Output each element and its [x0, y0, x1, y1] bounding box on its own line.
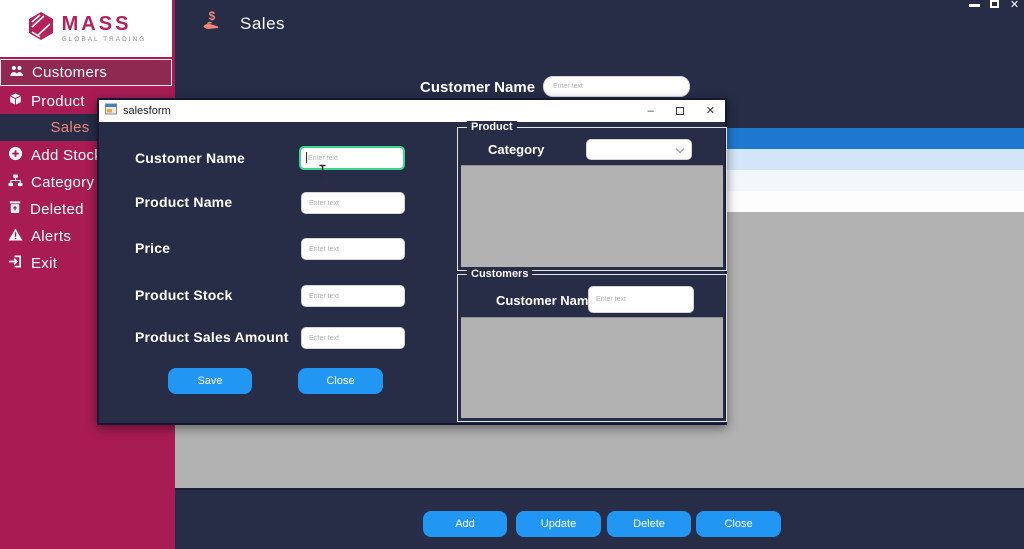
category-dropdown[interactable] [586, 139, 692, 160]
plus-circle-icon [8, 146, 23, 165]
logo-title: MASS [62, 14, 147, 34]
dialog-close-button-bottom[interactable]: Close [298, 368, 383, 394]
app-window: ✕ $ Sales Customer Name Add Update Delet… [0, 0, 1024, 549]
sidebar-item-label: Product [31, 93, 85, 110]
page-title: $ Sales [200, 8, 285, 39]
delete-button[interactable]: Delete [607, 511, 691, 537]
dialog-title: salesform [123, 105, 171, 117]
field-label-product-stock: Product Stock [135, 287, 233, 303]
product-name-input[interactable] [301, 192, 405, 214]
dialog-controls: – ✕ [648, 100, 715, 122]
form-window-icon [105, 102, 117, 120]
logo-subtitle: GLOBAL TRADING [62, 37, 147, 44]
sidebar-item-label: Deleted [30, 201, 84, 218]
close-button[interactable]: ✕ [1008, 0, 1021, 11]
update-button[interactable]: Update [516, 511, 601, 537]
dialog-body: Customer Name Product Name Price Product… [99, 122, 725, 427]
chevron-down-icon [676, 145, 684, 153]
svg-text:$: $ [209, 9, 216, 23]
customers-customer-name-input[interactable] [588, 286, 694, 313]
product-grid-placeholder[interactable] [461, 165, 723, 267]
text-caret [306, 152, 307, 163]
sidebar-item-label: Exit [31, 255, 57, 272]
sidebar-item-customers[interactable]: Customers [0, 59, 172, 86]
users-icon [9, 64, 24, 82]
add-button[interactable]: Add [423, 511, 507, 537]
product-groupbox: Product Category [457, 127, 727, 271]
close-button-footer[interactable]: Close [696, 511, 781, 537]
main-customer-name-label: Customer Name [420, 79, 535, 96]
product-sales-amount-input[interactable] [301, 327, 405, 349]
sidebar-item-label: Sales [50, 119, 89, 136]
field-label-price: Price [135, 240, 170, 256]
customers-customer-name-label: Customer Name [496, 293, 596, 308]
minimize-button[interactable] [968, 0, 981, 11]
customer-name-input[interactable] [299, 146, 405, 170]
sitemap-icon [8, 174, 23, 191]
logo: MASS GLOBAL TRADING [0, 0, 172, 57]
category-label: Category [488, 142, 544, 157]
sidebar-item-label: Alerts [31, 228, 71, 245]
salesform-dialog: salesform – ✕ Customer Name Product Name… [97, 98, 727, 425]
customers-groupbox: Customers Customer Name [457, 274, 727, 422]
customers-grid-placeholder[interactable] [461, 317, 723, 418]
price-input[interactable] [301, 238, 405, 260]
text-cursor [318, 164, 327, 184]
field-label-customer-name: Customer Name [135, 150, 245, 166]
exit-icon [8, 255, 23, 272]
field-label-product-sales-amount: Product Sales Amount [135, 329, 289, 345]
sidebar-item-label: Customers [32, 64, 107, 81]
save-button[interactable]: Save [168, 368, 252, 394]
box-icon [8, 92, 23, 110]
customers-groupbox-title: Customers [467, 268, 532, 280]
dialog-minimize-button[interactable]: – [648, 106, 654, 117]
dialog-maximize-button[interactable] [676, 107, 684, 115]
hand-dollar-icon: $ [200, 8, 226, 39]
product-stock-input[interactable] [301, 285, 405, 307]
trash-icon [8, 200, 22, 218]
dialog-close-button[interactable]: ✕ [706, 106, 715, 117]
main-customer-name-input[interactable] [543, 76, 690, 97]
maximize-button[interactable] [988, 0, 1001, 11]
footer-bar: Add Update Delete Close [175, 488, 1024, 549]
hexagon-logo-icon [26, 10, 56, 47]
product-groupbox-title: Product [467, 121, 517, 133]
window-controls: ✕ [968, 0, 1021, 12]
sidebar-item-label: Category [31, 174, 94, 191]
field-label-product-name: Product Name [135, 194, 232, 210]
warning-icon [8, 228, 23, 245]
dialog-titlebar[interactable]: salesform – ✕ [99, 100, 725, 122]
sidebar-item-label: Add Stock [31, 147, 102, 164]
page-title-text: Sales [240, 14, 285, 34]
